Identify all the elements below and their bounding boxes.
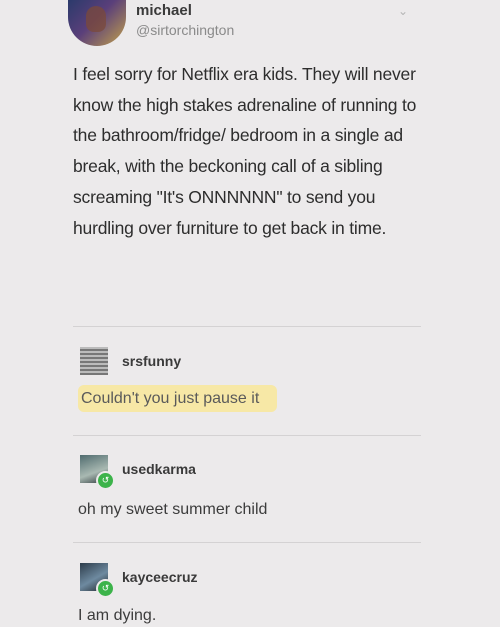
chevron-down-icon[interactable]: ⌄	[398, 4, 408, 18]
divider	[73, 542, 421, 543]
comment-username[interactable]: srsfunny	[122, 353, 181, 369]
avatar[interactable]	[80, 347, 108, 375]
tweet-author-name[interactable]: michael	[136, 2, 192, 19]
comment-text: oh my sweet summer child	[78, 501, 268, 518]
comment-username[interactable]: kayceecruz	[122, 569, 198, 585]
tweet-header: michael @sirtorchington ⌄	[68, 0, 428, 52]
comment-text: I am dying.	[78, 607, 157, 624]
divider	[73, 435, 421, 436]
highlighted-comment-text: Couldn't you just pause it	[78, 385, 278, 412]
tweet-text: I feel sorry for Netflix era kids. They …	[73, 64, 417, 238]
follow-badge-icon: ↺	[96, 579, 115, 598]
follow-badge-icon: ↺	[96, 471, 115, 490]
comment-text: Couldn't you just pause it	[78, 385, 278, 412]
tweet-avatar[interactable]	[68, 0, 126, 46]
comment-username[interactable]: usedkarma	[122, 461, 196, 477]
divider	[73, 326, 421, 327]
tweet-author-handle[interactable]: @sirtorchington	[136, 22, 234, 38]
